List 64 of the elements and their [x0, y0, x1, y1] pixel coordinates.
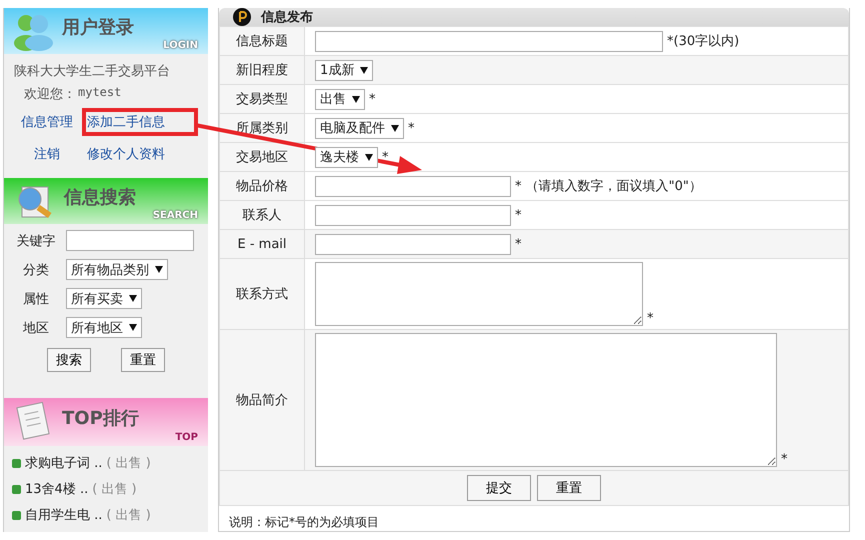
- form-label: 联系人: [220, 200, 304, 230]
- field-hint: *: [408, 120, 414, 136]
- top-item-link[interactable]: 自用学生电 ..: [25, 506, 102, 524]
- dropdown[interactable]: 所有物品类别: [66, 259, 168, 280]
- form-label: 联系方式: [220, 258, 304, 330]
- p-circle-icon: [233, 8, 251, 26]
- section-title: 用户登录: [62, 16, 134, 40]
- site-name: 陕科大大学生二手交易平台: [14, 63, 171, 80]
- panel-title: 信息发布: [261, 9, 313, 26]
- top-item-link[interactable]: 求购电子词 ..: [25, 454, 102, 472]
- bullet-icon: [12, 510, 21, 520]
- dropdown[interactable]: 1成新: [315, 60, 374, 80]
- dropdown[interactable]: 所有买卖: [66, 288, 142, 310]
- section-title: 信息搜索: [64, 186, 136, 210]
- sidebar-link[interactable]: 注销: [14, 140, 80, 168]
- section-title: TOP排行: [62, 407, 139, 430]
- text-area[interactable]: [315, 262, 643, 326]
- field-hint: * （请填入数字，面议填入"0"）: [515, 178, 702, 195]
- form-label: 交易类型: [220, 84, 304, 114]
- field-hint: *: [515, 208, 522, 222]
- top-item-link[interactable]: 13舍4楼 ..: [25, 480, 88, 498]
- text-field[interactable]: [66, 230, 194, 252]
- field-hint: *: [369, 92, 376, 106]
- field-label: 地区: [22, 320, 50, 337]
- form-button[interactable]: 提交: [467, 475, 531, 501]
- section-subtitle: TOP: [175, 432, 198, 443]
- dropdown[interactable]: 出售: [315, 88, 365, 110]
- item-tag: ( 出售 ): [92, 480, 137, 498]
- username: mytest: [78, 85, 122, 102]
- search-form-button[interactable]: 搜索: [47, 348, 91, 372]
- field-hint: *: [515, 236, 522, 252]
- section-subtitle: SEARCH: [152, 210, 198, 222]
- text-field[interactable]: [315, 176, 511, 196]
- form-label: 交易地区: [220, 142, 304, 172]
- item-tag: ( 出售 ): [106, 506, 151, 524]
- text-field[interactable]: [315, 30, 663, 52]
- sidebar-link[interactable]: 信息管理: [14, 108, 80, 136]
- form-label: 新旧程度: [220, 56, 304, 84]
- field-label: 属性: [22, 290, 50, 308]
- sidebar-link[interactable]: 修改个人资料: [82, 140, 198, 168]
- text-field[interactable]: [315, 234, 511, 254]
- welcome-label: 欢迎您：: [24, 86, 76, 104]
- dropdown[interactable]: 所有地区: [66, 317, 142, 338]
- search-form-button[interactable]: 重置: [121, 348, 165, 372]
- form-label: E - mail: [220, 230, 304, 258]
- section-subtitle: LOGIN: [163, 40, 198, 52]
- field-hint: *: [647, 311, 654, 326]
- bullet-icon: [12, 458, 21, 468]
- form-label: 物品简介: [220, 330, 304, 470]
- dropdown[interactable]: 逸夫楼: [315, 146, 378, 168]
- form-button[interactable]: 重置: [537, 475, 601, 501]
- bullet-icon: [12, 484, 21, 494]
- form-label: 信息标题: [220, 26, 304, 56]
- sidebar-link[interactable]: 添加二手信息: [82, 108, 198, 136]
- dropdown[interactable]: 电脑及配件: [315, 118, 404, 138]
- form-label: 物品价格: [220, 172, 304, 200]
- field-label: 关键字: [16, 232, 56, 250]
- item-tag: ( 出售 ): [106, 454, 151, 472]
- field-label: 分类: [22, 262, 50, 279]
- form-note: 说明：标记*号的为必填项目: [228, 514, 380, 531]
- field-hint: *: [382, 150, 388, 164]
- text-field[interactable]: [315, 204, 511, 226]
- field-hint: *(30字以内): [667, 33, 740, 50]
- field-hint: *: [781, 452, 788, 467]
